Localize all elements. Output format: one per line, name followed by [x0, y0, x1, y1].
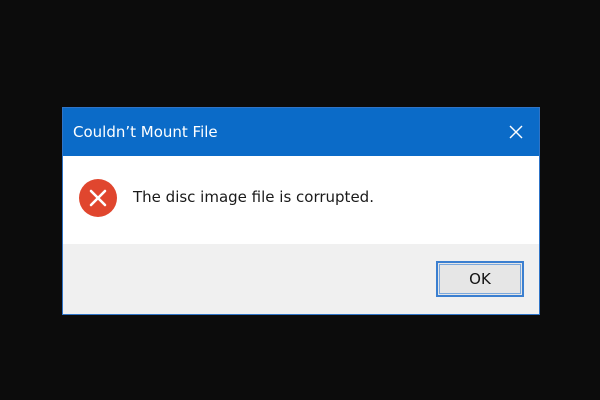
dialog-titlebar: Couldn’t Mount File: [63, 108, 539, 156]
dialog-footer: OK: [63, 244, 539, 314]
error-dialog: Couldn’t Mount File The disc image file …: [62, 107, 540, 315]
close-button[interactable]: [493, 108, 539, 156]
error-message: The disc image file is corrupted.: [133, 188, 374, 206]
ok-button-label: OK: [469, 270, 491, 288]
close-icon: [509, 125, 523, 139]
error-icon: [79, 179, 117, 217]
dialog-body: The disc image file is corrupted.: [63, 156, 539, 244]
desktop-background: Couldn’t Mount File The disc image file …: [0, 0, 600, 400]
dialog-title: Couldn’t Mount File: [73, 123, 218, 141]
ok-button[interactable]: OK: [436, 261, 524, 297]
